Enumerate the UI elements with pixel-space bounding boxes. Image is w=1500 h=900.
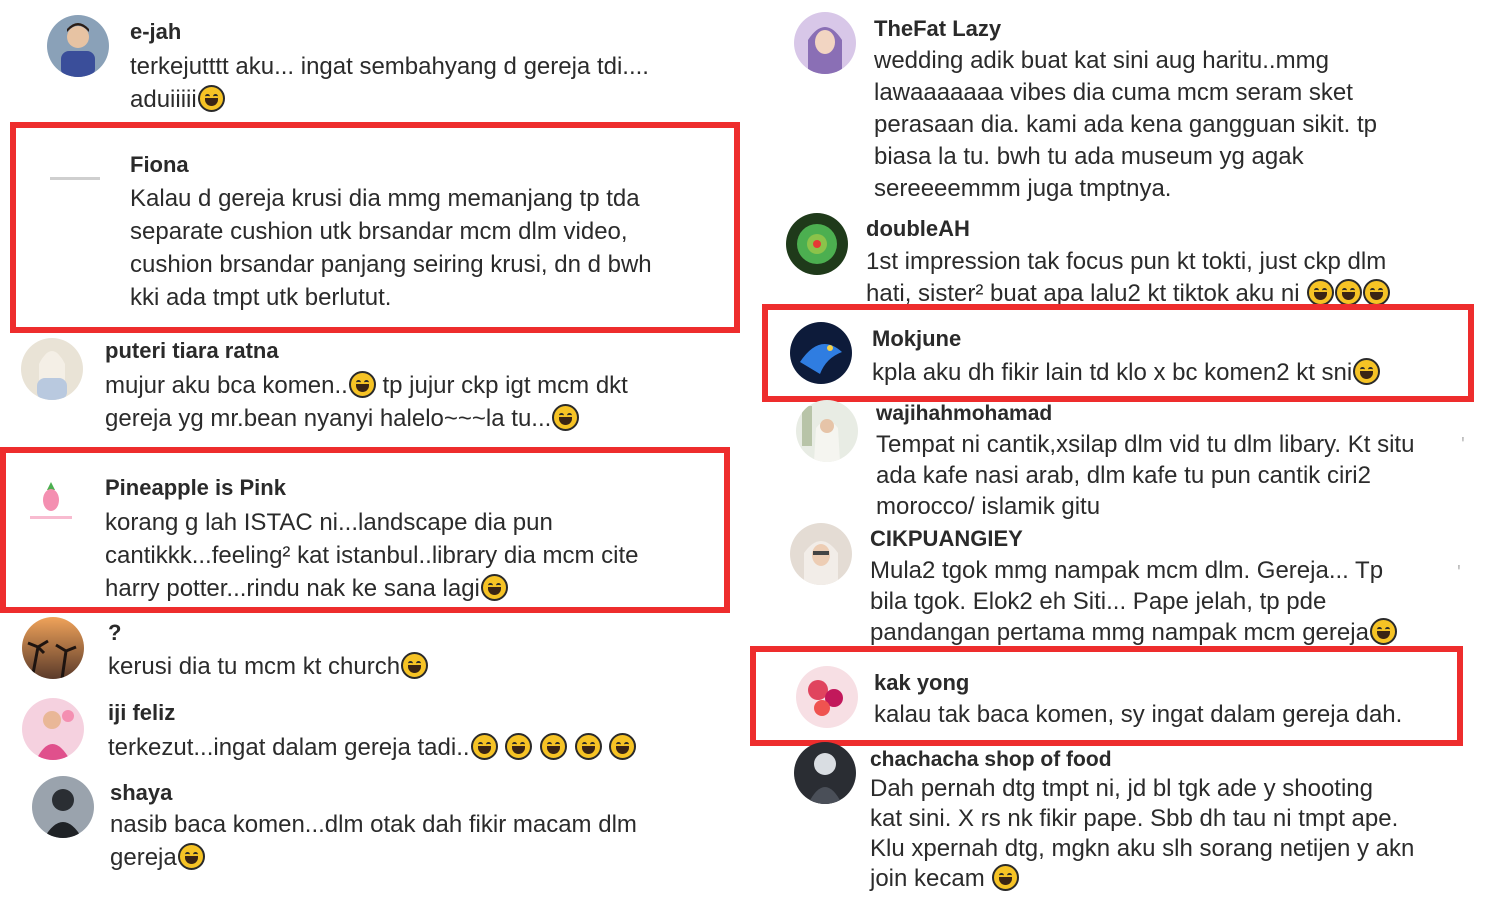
username-cikpuangiey[interactable]: CIKPUANGIEY [870, 526, 1023, 552]
dizzy-emoji-icon [609, 733, 637, 760]
sweat-smile-emoji-icon [348, 371, 376, 398]
username-doubleah[interactable]: doubleAH [866, 216, 970, 242]
comment-text-doubleah: 1st impression tak focus pun kt tokti, j… [866, 246, 1456, 304]
username-e-jah[interactable]: e-jah [130, 19, 181, 45]
dizzy-emoji-icon [574, 733, 602, 760]
username-thefat-lazy[interactable]: TheFat Lazy [874, 16, 1001, 42]
avatar-wajihahmohamad[interactable] [796, 400, 858, 462]
comment-text-wajihahmohamad: Tempat ni cantik,xsilap dlm vid tu dlm l… [876, 431, 1415, 520]
grin-emoji-icon [552, 404, 580, 431]
avatar-e-jah[interactable] [47, 15, 109, 77]
scroll-marker: ' [1461, 434, 1465, 456]
avatar-puteri-tiara-ratna[interactable] [21, 338, 83, 400]
comment-text-iji-feliz: terkezut...ingat dalam gereja tadi.. [108, 731, 728, 764]
sob-emoji-icon [401, 652, 429, 679]
username-iji-feliz[interactable]: iji feliz [108, 700, 175, 726]
username-question[interactable]: ? [108, 620, 121, 646]
comment-text-cikpuangiey: Mula2 tgok mmg nampak mcm dlm. Gereja...… [870, 555, 1450, 648]
comment-text-question: kerusi dia tu mcm kt church [108, 650, 708, 683]
username-puteri-tiara-ratna[interactable]: puteri tiara ratna [105, 338, 279, 364]
avatar-doubleah[interactable] [786, 213, 848, 275]
avatar-shaya[interactable] [32, 776, 94, 838]
comment-text-e-jah: terkejutttt aku... ingat sembahyang d ge… [130, 53, 649, 113]
dizzy-emoji-icon [539, 733, 567, 760]
comment-text-chachacha-shop-of-food: Dah pernah dtg tmpt ni, jd bl tgk ade y … [870, 775, 1415, 892]
highlight-box-mokjune [762, 304, 1474, 402]
avatar-iji-feliz[interactable] [22, 698, 84, 760]
username-shaya[interactable]: shaya [110, 780, 172, 806]
dizzy-emoji-icon [505, 733, 533, 760]
sweat-smile-emoji-icon [177, 843, 205, 870]
dizzy-emoji-icon [470, 733, 498, 760]
avatar-question[interactable] [22, 617, 84, 679]
avatar-chachacha-shop-of-food[interactable] [794, 742, 856, 804]
rofl-emoji-icon [992, 864, 1020, 891]
comment-text-puteri-tiara-ratna: mujur aku bca komen.. tp jujur ckp igt m… [105, 371, 628, 432]
highlight-box-pineapple-is-pink [0, 447, 730, 613]
rofl-emoji-icon [1363, 279, 1391, 304]
scroll-marker: ' [1457, 562, 1461, 584]
highlight-box-fiona [10, 122, 740, 333]
laugh-emoji-icon [1335, 279, 1363, 304]
laugh-emoji-icon [1307, 279, 1335, 304]
comment-text-thefat-lazy: wedding adik buat kat sini aug haritu..m… [874, 47, 1378, 202]
username-wajihahmohamad[interactable]: wajihahmohamad [876, 401, 1052, 427]
laugh-emoji-icon [1369, 618, 1397, 645]
avatar-cikpuangiey[interactable] [790, 523, 852, 585]
rofl-emoji-icon [197, 85, 225, 112]
comment-text-shaya: nasib baca komen...dlm otak dah fikir ma… [110, 811, 637, 871]
username-chachacha-shop-of-food[interactable]: chachacha shop of food [870, 747, 1112, 773]
avatar-thefat-lazy[interactable] [794, 12, 856, 74]
highlight-box-kak-yong [750, 646, 1463, 746]
